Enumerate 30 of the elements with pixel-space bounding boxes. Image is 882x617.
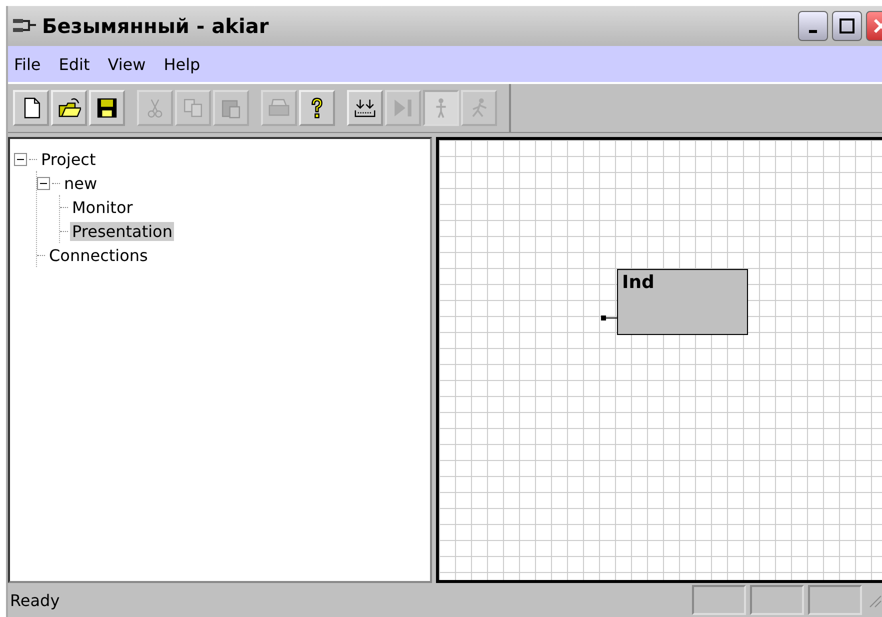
insert-button[interactable]: [347, 90, 383, 126]
copy-icon: [181, 96, 205, 120]
input-port[interactable]: [601, 315, 617, 321]
minus-box-icon[interactable]: [14, 152, 27, 166]
maximize-icon: [839, 18, 855, 34]
block-node[interactable]: Ind: [617, 269, 748, 335]
status-text: Ready: [10, 590, 60, 610]
tree-item[interactable]: new: [62, 174, 100, 192]
folder-icon: [57, 96, 81, 120]
tree-item[interactable]: Project: [39, 150, 98, 168]
menu-item[interactable]: View: [108, 54, 146, 74]
tree-item[interactable]: Presentation: [70, 222, 174, 240]
minimize-icon: [809, 30, 817, 32]
maximize-button[interactable]: [832, 11, 862, 41]
menu-item[interactable]: File: [14, 54, 41, 74]
window-title: Безымянный - akiar: [42, 14, 269, 38]
status-pane: [808, 585, 862, 615]
help-button[interactable]: [299, 90, 335, 126]
app-icon: [12, 17, 38, 35]
tree-item[interactable]: Monitor: [70, 198, 135, 216]
menu-item[interactable]: Edit: [58, 54, 90, 74]
open-button[interactable]: [51, 90, 87, 126]
minimize-button[interactable]: [798, 11, 828, 41]
minus-box-icon[interactable]: [37, 176, 50, 190]
tree-item[interactable]: Connections: [47, 246, 150, 264]
save-button[interactable]: [89, 90, 125, 126]
status-pane: [692, 585, 746, 615]
status-pane: [750, 585, 804, 615]
new-button[interactable]: [13, 90, 49, 126]
menu-item[interactable]: Help: [164, 54, 200, 74]
